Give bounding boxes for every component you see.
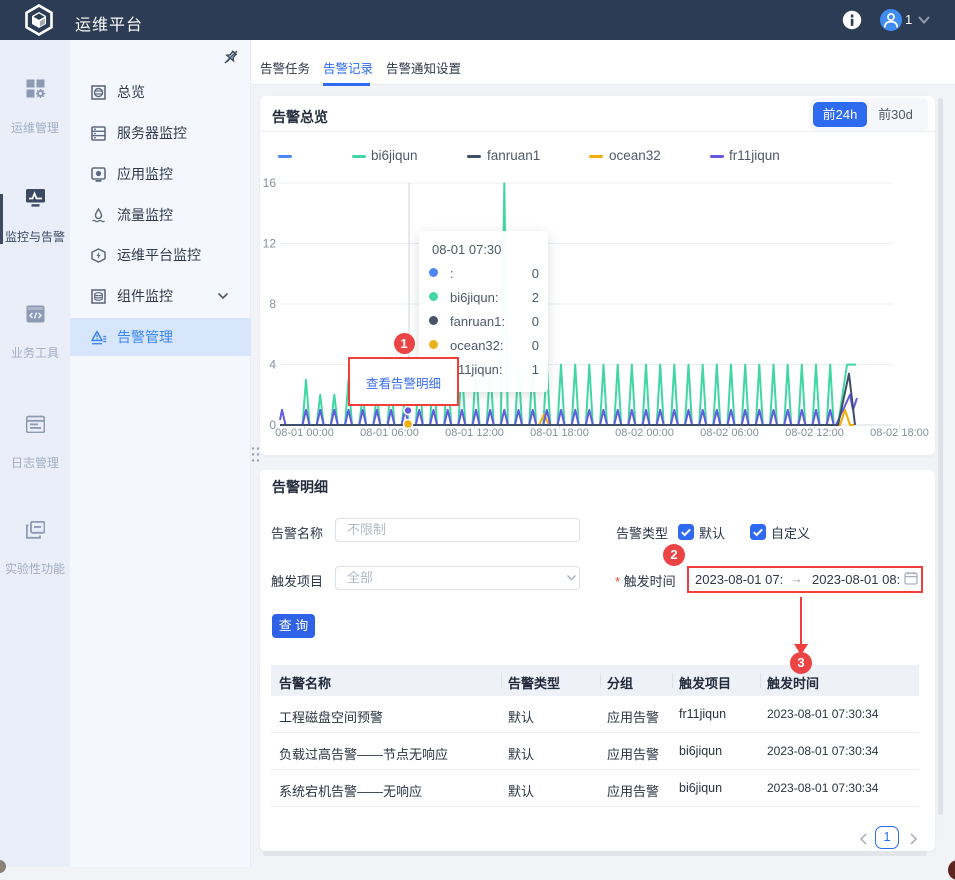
svg-text:4: 4 [269, 358, 276, 372]
svg-text:08-02 18:00: 08-02 18:00 [870, 427, 929, 439]
svg-text:08-02 06:00: 08-02 06:00 [700, 427, 759, 439]
svg-text:08-02 00:00: 08-02 00:00 [615, 427, 674, 439]
svg-text:08-01 12:00: 08-01 12:00 [445, 427, 504, 439]
svg-text:12: 12 [263, 237, 277, 251]
svg-text:16: 16 [263, 176, 277, 190]
svg-text:08-01 00:00: 08-01 00:00 [275, 427, 334, 439]
svg-text:08-02 12:00: 08-02 12:00 [785, 427, 844, 439]
svg-text:8: 8 [269, 297, 276, 311]
svg-text:08-01 18:00: 08-01 18:00 [530, 427, 589, 439]
